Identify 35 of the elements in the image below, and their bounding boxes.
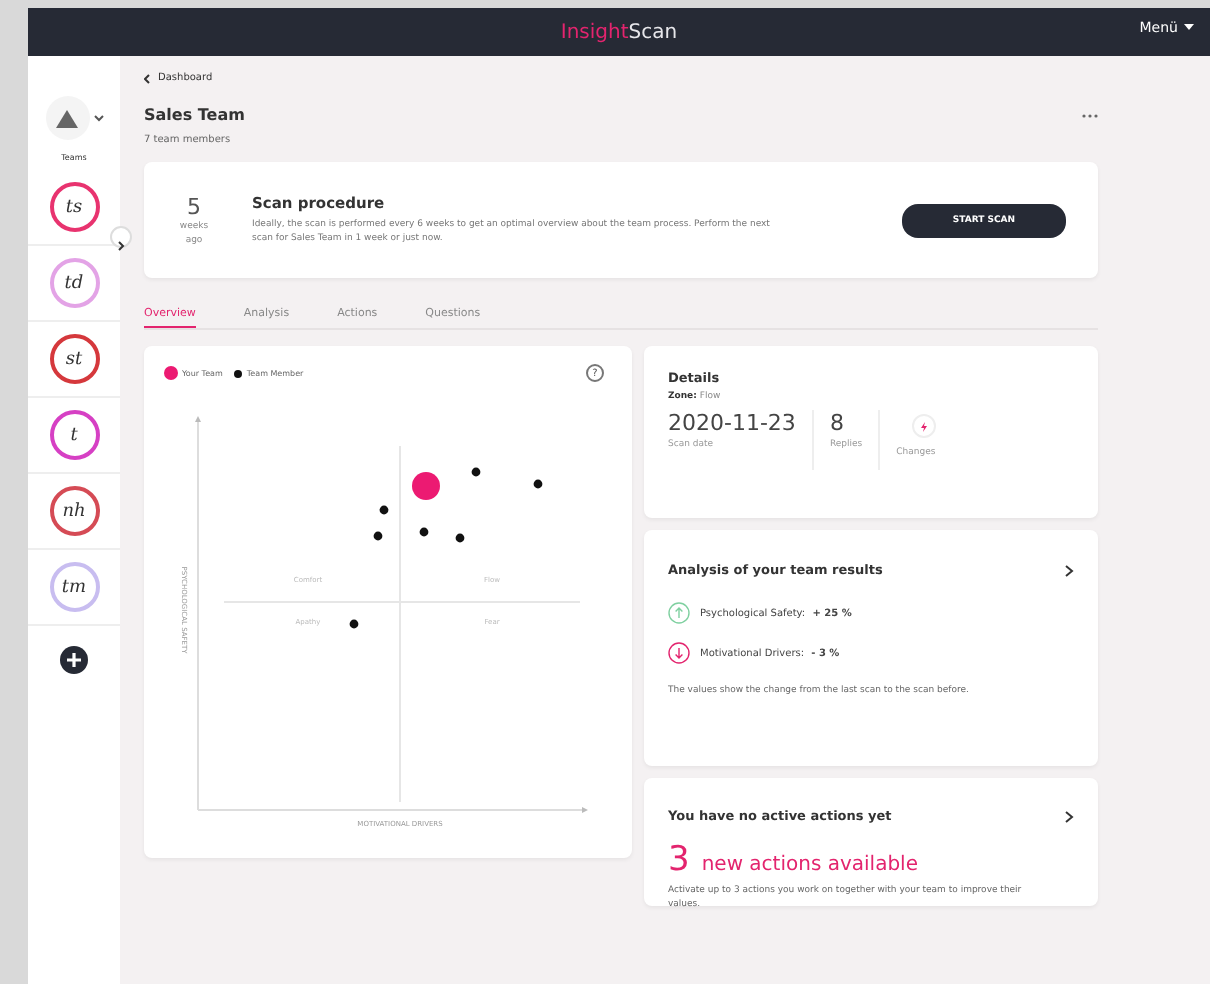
organization-avatar[interactable] bbox=[45, 96, 89, 140]
chevron-left-icon bbox=[144, 73, 150, 83]
team-dot-icon bbox=[164, 366, 178, 380]
team-name: Sales Team bbox=[144, 106, 245, 124]
team-avatar[interactable]: td bbox=[49, 258, 99, 308]
actions-count: 3 bbox=[668, 840, 690, 880]
chevron-right-icon bbox=[1064, 810, 1074, 824]
down-arrow-icon bbox=[668, 642, 690, 664]
up-arrow-icon bbox=[668, 602, 690, 624]
add-icon[interactable] bbox=[60, 646, 88, 674]
member-dot bbox=[349, 619, 359, 629]
member-dot bbox=[419, 527, 429, 537]
member-dot bbox=[455, 533, 465, 543]
actions-headline: new actions available bbox=[701, 854, 918, 876]
dropdown-icon[interactable] bbox=[93, 114, 103, 122]
chevron-right-icon bbox=[116, 240, 126, 252]
team-avatar[interactable]: tm bbox=[49, 562, 99, 612]
weeks-count: 5 bbox=[187, 193, 201, 219]
stat-value: 2020-11-23 bbox=[668, 410, 796, 436]
team-avatar[interactable]: st bbox=[49, 334, 99, 384]
member-dot bbox=[379, 505, 389, 515]
chevron-right-icon bbox=[1064, 564, 1074, 578]
caret-icon bbox=[1184, 24, 1194, 32]
member-dot bbox=[471, 467, 481, 477]
member-dot bbox=[373, 531, 383, 541]
member-dot bbox=[533, 479, 543, 489]
member-dot-icon bbox=[234, 369, 243, 377]
team-dot bbox=[412, 472, 440, 500]
stat-value: 8 bbox=[829, 410, 846, 436]
expand-button[interactable] bbox=[110, 226, 132, 248]
team-avatar[interactable]: nh bbox=[49, 486, 99, 536]
team-avatar[interactable]: ts bbox=[49, 182, 99, 232]
team-avatar[interactable]: t bbox=[49, 410, 99, 460]
brand-logo: InsightScan bbox=[560, 21, 678, 43]
changes-icon bbox=[912, 414, 937, 438]
